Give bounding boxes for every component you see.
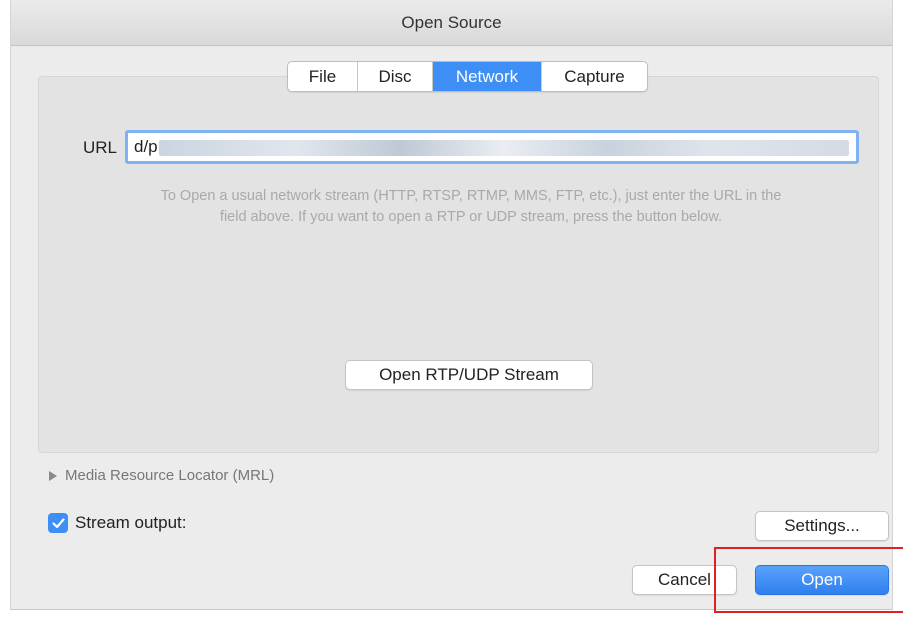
source-tabs: File Disc Network Capture xyxy=(287,61,648,92)
window-titlebar: Open Source xyxy=(11,0,892,46)
tab-capture[interactable]: Capture xyxy=(542,62,647,91)
tab-network[interactable]: Network xyxy=(433,62,542,91)
open-source-dialog: Open Source File Disc Network Capture UR… xyxy=(10,0,893,610)
tab-file[interactable]: File xyxy=(288,62,358,91)
url-redaction xyxy=(159,140,849,156)
url-label: URL xyxy=(83,138,118,157)
window-title: Open Source xyxy=(401,12,502,32)
tab-disc[interactable]: Disc xyxy=(358,62,433,91)
open-rtp-udp-stream-button[interactable]: Open RTP/UDP Stream xyxy=(345,360,593,390)
mrl-disclosure[interactable]: Media Resource Locator (MRL) xyxy=(49,467,274,484)
settings-button[interactable]: Settings... xyxy=(755,511,889,541)
help-line-2: field above. If you want to open a RTP o… xyxy=(219,209,723,225)
mrl-label: Media Resource Locator (MRL) xyxy=(65,467,275,484)
disclosure-triangle-icon xyxy=(49,470,57,481)
network-help-text: To Open a usual network stream (HTTP, RT… xyxy=(51,186,891,228)
stream-output-label: Stream output: xyxy=(75,513,187,532)
stream-output-checkbox[interactable] xyxy=(48,513,68,533)
open-button-highlight-box xyxy=(714,547,903,613)
stream-output-option: Stream output: xyxy=(48,513,187,533)
checkmark-icon xyxy=(51,517,65,528)
help-line-1: To Open a usual network stream (HTTP, RT… xyxy=(160,188,782,204)
